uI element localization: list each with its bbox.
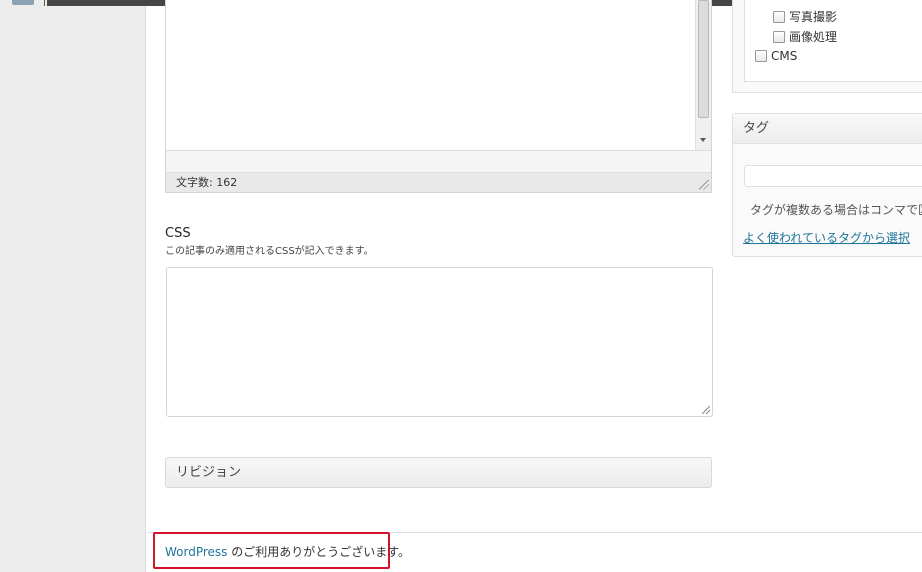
footer-thanks: WordPress のご利用ありがとうございます。 <box>153 532 410 569</box>
popular-tags-link[interactable]: よく使われているタグから選択 <box>743 229 910 246</box>
tags-box-header[interactable]: タグ <box>733 114 922 144</box>
scroll-down-arrow-icon[interactable] <box>700 138 706 142</box>
editor-resize-grip-icon[interactable] <box>699 180 709 190</box>
admin-menu-divider <box>44 0 45 6</box>
category-label: 画像処理 <box>789 30 838 44</box>
category-item[interactable]: 画像処理 <box>773 28 837 45</box>
admin-menu-icon[interactable] <box>12 0 34 5</box>
editor-scroll-thumb[interactable] <box>698 0 709 118</box>
tag-hint: タグが複数ある場合はコンマで区切 <box>750 203 922 217</box>
editor-scrollbar[interactable] <box>695 0 711 150</box>
revisions-title: リビジョン <box>176 465 242 480</box>
editor-content-area[interactable] <box>166 0 711 150</box>
word-count-bar: 文字数: 162 <box>166 172 711 192</box>
editor-status-bar <box>166 150 711 172</box>
wordpress-link[interactable]: WordPress <box>165 545 227 559</box>
category-item[interactable]: 写真撮影 <box>773 8 837 25</box>
category-checkbox[interactable] <box>773 30 785 43</box>
textarea-resize-grip-icon[interactable] <box>702 406 710 414</box>
admin-menu <box>0 0 146 572</box>
revisions-box[interactable]: リビジョン <box>165 457 712 488</box>
category-label: CMS <box>771 49 798 63</box>
admin-bar-left <box>47 0 171 6</box>
category-checkbox[interactable] <box>773 10 785 23</box>
footer-thanks-text: のご利用ありがとうございます。 <box>227 545 411 559</box>
category-item[interactable]: CMS <box>755 49 797 63</box>
css-section-description: この記事のみ適用されるCSSが記入できます。 <box>165 246 374 257</box>
category-label: 写真撮影 <box>789 10 838 24</box>
css-section-title: CSS <box>165 226 191 241</box>
category-checkbox[interactable] <box>755 50 767 62</box>
tags-title: タグ <box>743 121 770 136</box>
css-textarea[interactable] <box>166 267 713 417</box>
post-editor: 文字数: 162 <box>165 0 712 193</box>
tags-box: タグ タグが複数ある場合はコンマで区切 よく使われているタグから選択 <box>732 113 922 257</box>
tag-input[interactable] <box>744 165 922 187</box>
word-count-label: 文字数: 162 <box>176 176 238 189</box>
